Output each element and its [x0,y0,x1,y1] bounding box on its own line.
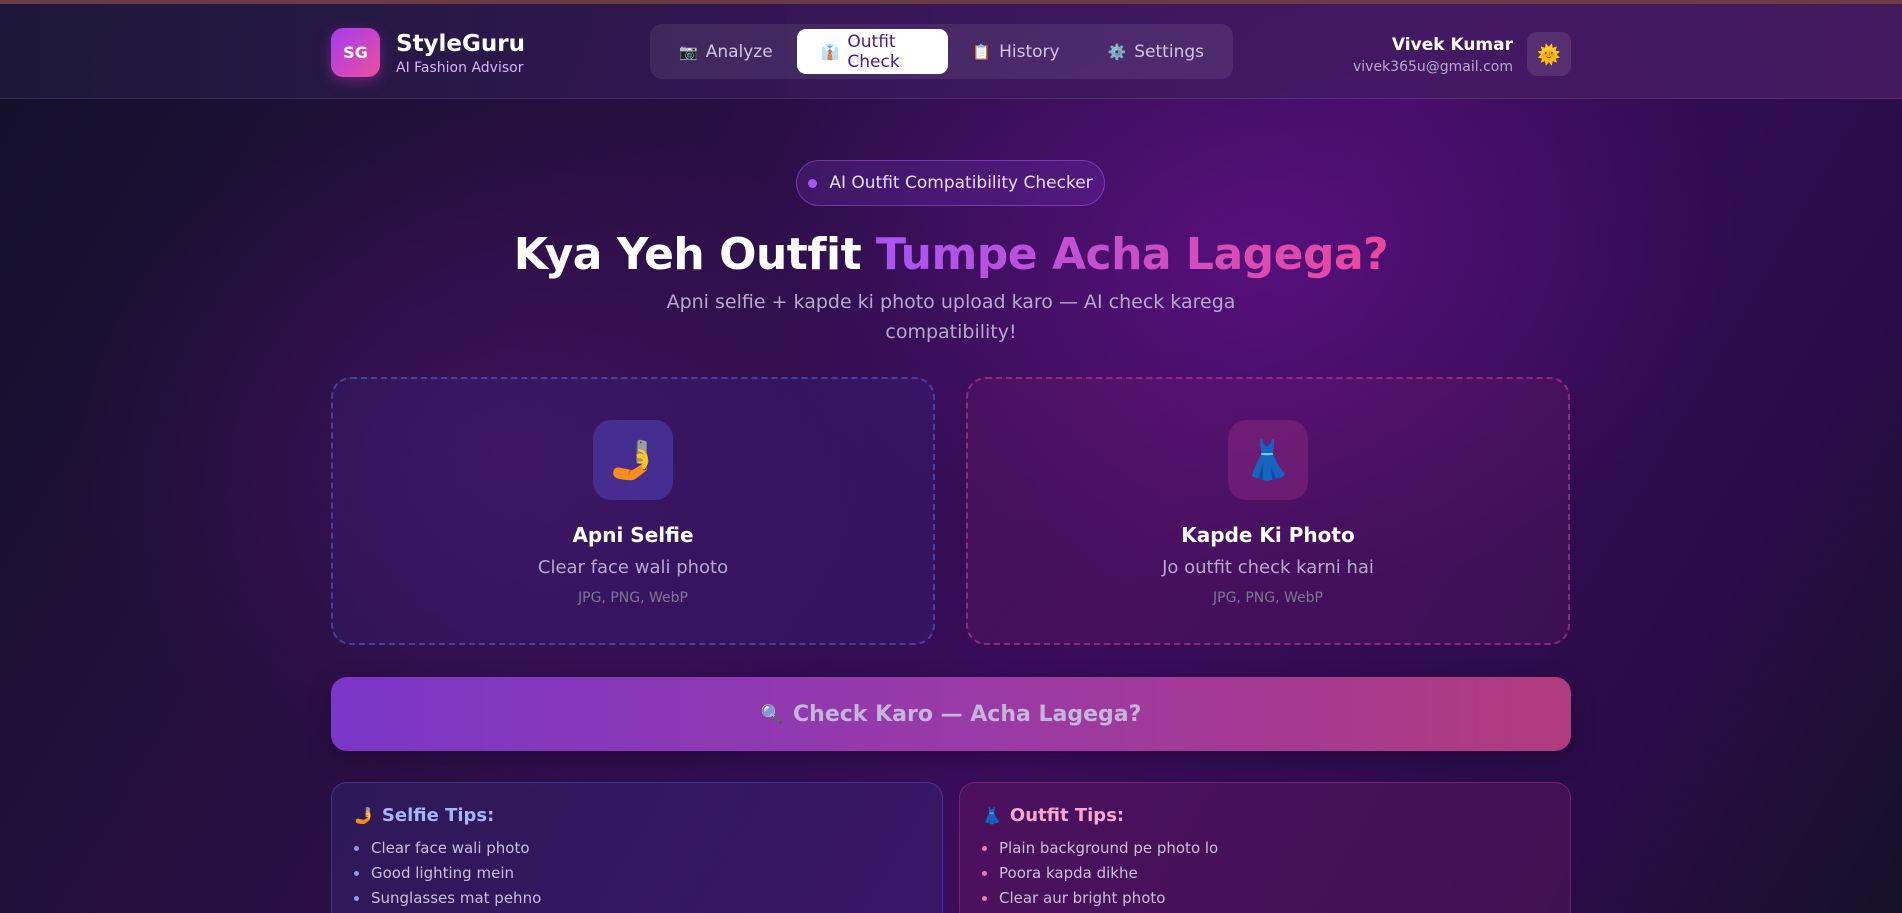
brand-tagline: AI Fashion Advisor [396,59,524,76]
brand[interactable]: SG StyleGuru AI Fashion Advisor [331,28,525,77]
headline-highlight: Tumpe Acha Lagega? [875,229,1389,280]
brand-text: StyleGuru AI Fashion Advisor [396,30,525,76]
theme-toggle-button[interactable]: 🌞 [1527,32,1571,76]
tips-title-label: Selfie Tips: [381,805,495,826]
nav-tabs: 📷 Analyze 👔 Outfit Check 📋 History ⚙️ Se… [650,24,1233,79]
headline-plain: Kya Yeh Outfit [513,229,862,280]
outfit-tips-panel: 👗 Outfit Tips: Plain background pe photo… [959,782,1571,913]
outfit-upload-dropzone[interactable]: 👗 Kapde Ki Photo Jo outfit check karni h… [966,377,1570,645]
gear-icon: ⚙️ [1107,42,1127,61]
outfit-upload-formats: JPG, PNG, WebP [1213,590,1323,606]
clipboard-icon: 📋 [972,42,992,61]
user-email: vivek365u@gmail.com [1352,59,1513,75]
list-item: Good lighting mein [354,861,920,886]
list-item: Clear aur bright photo [982,886,1548,911]
tab-settings[interactable]: ⚙️ Settings [1084,29,1228,74]
badge-dot [808,178,818,188]
outfit-upload-desc: Jo outfit check karni hai [1162,557,1374,578]
camera-icon: 📷 [679,42,698,61]
tab-label: Outfit Check [847,31,900,72]
brand-logo: SG [331,28,380,77]
shirt-icon: 👔 [820,42,840,61]
user-name: Vivek Kumar [1391,35,1513,55]
check-compatibility-button[interactable]: 🔍 Check Karo — Acha Lagega? [331,677,1571,751]
selfie-upload-title: Apni Selfie [572,523,694,547]
magnifier-icon: 🔍 [760,703,784,725]
dress-icon: 👗 [1228,420,1308,500]
page-title: Kya Yeh Outfit Tumpe Acha Lagega? [0,226,1902,284]
list-item: Plain background pe photo lo [982,836,1548,861]
list-item: Sunglasses mat pehno [354,886,920,911]
selfie-upload-dropzone[interactable]: 🤳 Apni Selfie Clear face wali photo JPG,… [331,377,935,645]
outfit-tips-title: 👗 Outfit Tips: [982,805,1548,826]
tab-outfit-check[interactable]: 👔 Outfit Check [796,29,949,74]
list-item: Clear face wali photo [354,836,920,861]
selfie-tips-list: Clear face wali photo Good lighting mein… [354,836,920,911]
selfie-upload-formats: JPG, PNG, WebP [578,590,688,606]
tab-history[interactable]: 📋 History [948,29,1083,74]
selfie-tips-title: 🤳 Selfie Tips: [354,805,920,826]
page-subtitle: Apni selfie + kapde ki photo upload karo… [666,291,1236,343]
brand-name: StyleGuru [396,30,526,57]
dress-icon: 👗 [982,806,1002,825]
list-item: Poora kapda dikhe [982,861,1548,886]
sun-icon: 🌞 [1537,43,1561,66]
check-button-label: Check Karo — Acha Lagega? [793,701,1142,727]
selfie-tips-panel: 🤳 Selfie Tips: Clear face wali photo Goo… [331,782,943,913]
tab-label: Settings [1134,41,1204,62]
user-info: Vivek Kumar vivek365u@gmail.com [1353,34,1513,75]
navbar: SG StyleGuru AI Fashion Advisor 📷 Analyz… [0,4,1902,99]
outfit-tips-list: Plain background pe photo lo Poora kapda… [982,836,1548,911]
selfie-upload-desc: Clear face wali photo [537,557,729,578]
badge-label: AI Outfit Compatibility Checker [829,173,1093,193]
feature-badge: AI Outfit Compatibility Checker [796,160,1105,206]
tab-label: Analyze [705,41,773,62]
tab-analyze[interactable]: 📷 Analyze [655,29,797,74]
selfie-icon: 🤳 [354,806,374,825]
outfit-upload-title: Kapde Ki Photo [1181,523,1355,547]
tab-label: History [999,41,1060,62]
tips-title-label: Outfit Tips: [1009,805,1125,826]
selfie-icon: 🤳 [593,420,673,500]
